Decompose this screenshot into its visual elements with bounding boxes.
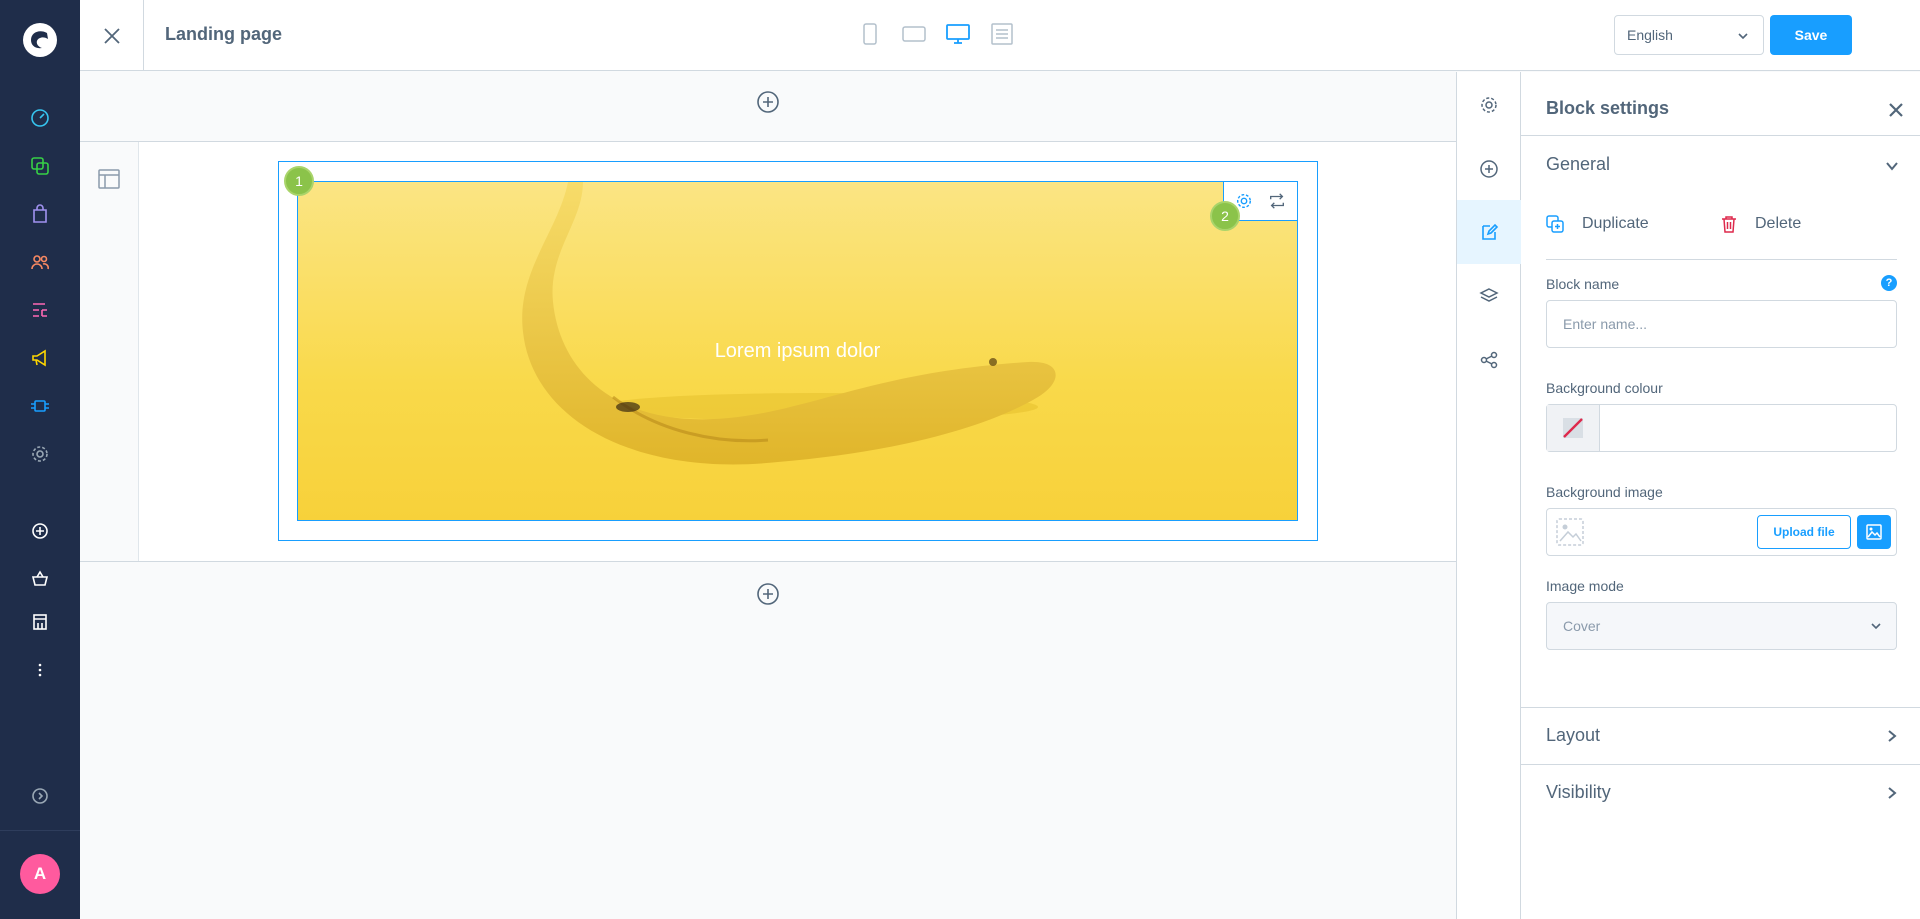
- dashboard-icon[interactable]: [28, 106, 52, 130]
- general-divider: [1521, 707, 1920, 708]
- shopware-logo-icon[interactable]: [20, 20, 60, 60]
- block-settings-panel: Block settings General Duplicate Delete …: [1521, 72, 1920, 919]
- chevron-right-icon[interactable]: [1884, 728, 1900, 744]
- bg-colour-field: [1546, 404, 1897, 452]
- layers-icon[interactable]: [1457, 264, 1521, 328]
- sidebar-divider: [0, 830, 80, 831]
- duplicate-label: Duplicate: [1582, 215, 1649, 232]
- no-colour-icon: [1563, 418, 1583, 438]
- colour-picker-button[interactable]: [1547, 405, 1600, 451]
- store-icon[interactable]: [28, 610, 52, 634]
- block-name-label: Block name: [1546, 276, 1620, 292]
- block-name-input[interactable]: [1547, 301, 1896, 347]
- image-mode-select[interactable]: Cover: [1546, 602, 1897, 650]
- image-mode-value: Cover: [1563, 618, 1601, 634]
- form-icon[interactable]: [990, 22, 1014, 46]
- chevron-down-icon: [1738, 33, 1748, 40]
- tablet-icon[interactable]: [902, 22, 926, 46]
- bg-image-field: Upload file: [1546, 508, 1897, 556]
- catalogues-icon[interactable]: [28, 154, 52, 178]
- duplicate-button[interactable]: Duplicate: [1546, 215, 1649, 233]
- section-sidebar: [80, 142, 139, 561]
- chevron-down-icon[interactable]: [1884, 158, 1900, 174]
- page-settings-gear-icon[interactable]: [1457, 73, 1521, 137]
- open-media-button[interactable]: [1857, 515, 1891, 549]
- extensions-icon[interactable]: [28, 394, 52, 418]
- language-select[interactable]: English: [1614, 15, 1764, 55]
- general-accordion-title[interactable]: General: [1546, 154, 1610, 175]
- close-panel-icon[interactable]: [1886, 100, 1906, 120]
- panel-title: Block settings: [1546, 98, 1670, 118]
- share-icon[interactable]: [1457, 328, 1521, 392]
- chevron-right-icon[interactable]: [1884, 785, 1900, 801]
- help-icon[interactable]: ?: [1881, 275, 1897, 291]
- editor-sidebar-tabs: [1456, 72, 1521, 919]
- user-avatar[interactable]: A: [20, 854, 60, 894]
- image-icon: [1866, 524, 1882, 540]
- desktop-icon[interactable]: [946, 22, 970, 46]
- add-icon[interactable]: [28, 519, 52, 543]
- layout-divider: [1521, 764, 1920, 765]
- mobile-icon[interactable]: [858, 22, 882, 46]
- image-placeholder-icon: [1553, 515, 1587, 549]
- marketing-icon[interactable]: [28, 346, 52, 370]
- editor-topbar: Landing page English Save: [80, 0, 1920, 71]
- trash-icon: [1722, 216, 1736, 233]
- page-title: Landing page: [165, 24, 282, 44]
- editor-canvas: Lorem ipsum dolor 1 2: [80, 72, 1456, 919]
- section-layout-icon[interactable]: [97, 167, 121, 191]
- chevron-down-icon: [1871, 623, 1881, 630]
- block-name-field: [1546, 300, 1897, 348]
- cms-section[interactable]: Lorem ipsum dolor 1 2: [80, 141, 1456, 562]
- panel-divider: [1521, 135, 1920, 136]
- bg-colour-label: Background colour: [1546, 380, 1663, 396]
- add-section-icon[interactable]: [756, 582, 780, 606]
- content-icon[interactable]: [28, 298, 52, 322]
- customers-icon[interactable]: [28, 250, 52, 274]
- add-block-icon[interactable]: [1457, 137, 1521, 201]
- duplicate-icon: [1546, 215, 1564, 233]
- step-badge-2: 2: [1210, 201, 1240, 231]
- add-section-icon[interactable]: [756, 90, 780, 114]
- more-icon[interactable]: [28, 658, 52, 682]
- language-value: English: [1627, 27, 1673, 43]
- basket-icon[interactable]: [28, 567, 52, 591]
- add-section-top: [80, 90, 1456, 114]
- close-editor-button[interactable]: [80, 0, 144, 71]
- block-text[interactable]: Lorem ipsum dolor: [298, 340, 1297, 363]
- close-icon: [103, 27, 120, 44]
- swap-block-icon[interactable]: [1267, 191, 1287, 211]
- bg-colour-input[interactable]: [1600, 405, 1896, 451]
- image-mode-label: Image mode: [1546, 578, 1624, 594]
- delete-button[interactable]: Delete: [1721, 215, 1801, 233]
- settings-icon[interactable]: [28, 442, 52, 466]
- bg-image-label: Background image: [1546, 484, 1663, 500]
- step-badge-1: 1: [284, 166, 314, 196]
- edit-block-icon[interactable]: [1457, 200, 1521, 264]
- expand-icon[interactable]: [28, 784, 52, 808]
- actions-divider: [1546, 259, 1897, 260]
- layout-accordion-title[interactable]: Layout: [1546, 725, 1600, 746]
- add-section-bottom: [80, 582, 1456, 606]
- main-sidebar: A: [0, 0, 80, 919]
- image-text-block[interactable]: Lorem ipsum dolor: [297, 181, 1298, 521]
- upload-file-button[interactable]: Upload file: [1757, 515, 1851, 549]
- save-button[interactable]: Save: [1770, 15, 1852, 55]
- device-switcher: [858, 22, 1014, 46]
- orders-icon[interactable]: [28, 202, 52, 226]
- delete-label: Delete: [1755, 215, 1802, 232]
- visibility-accordion-title[interactable]: Visibility: [1546, 782, 1611, 803]
